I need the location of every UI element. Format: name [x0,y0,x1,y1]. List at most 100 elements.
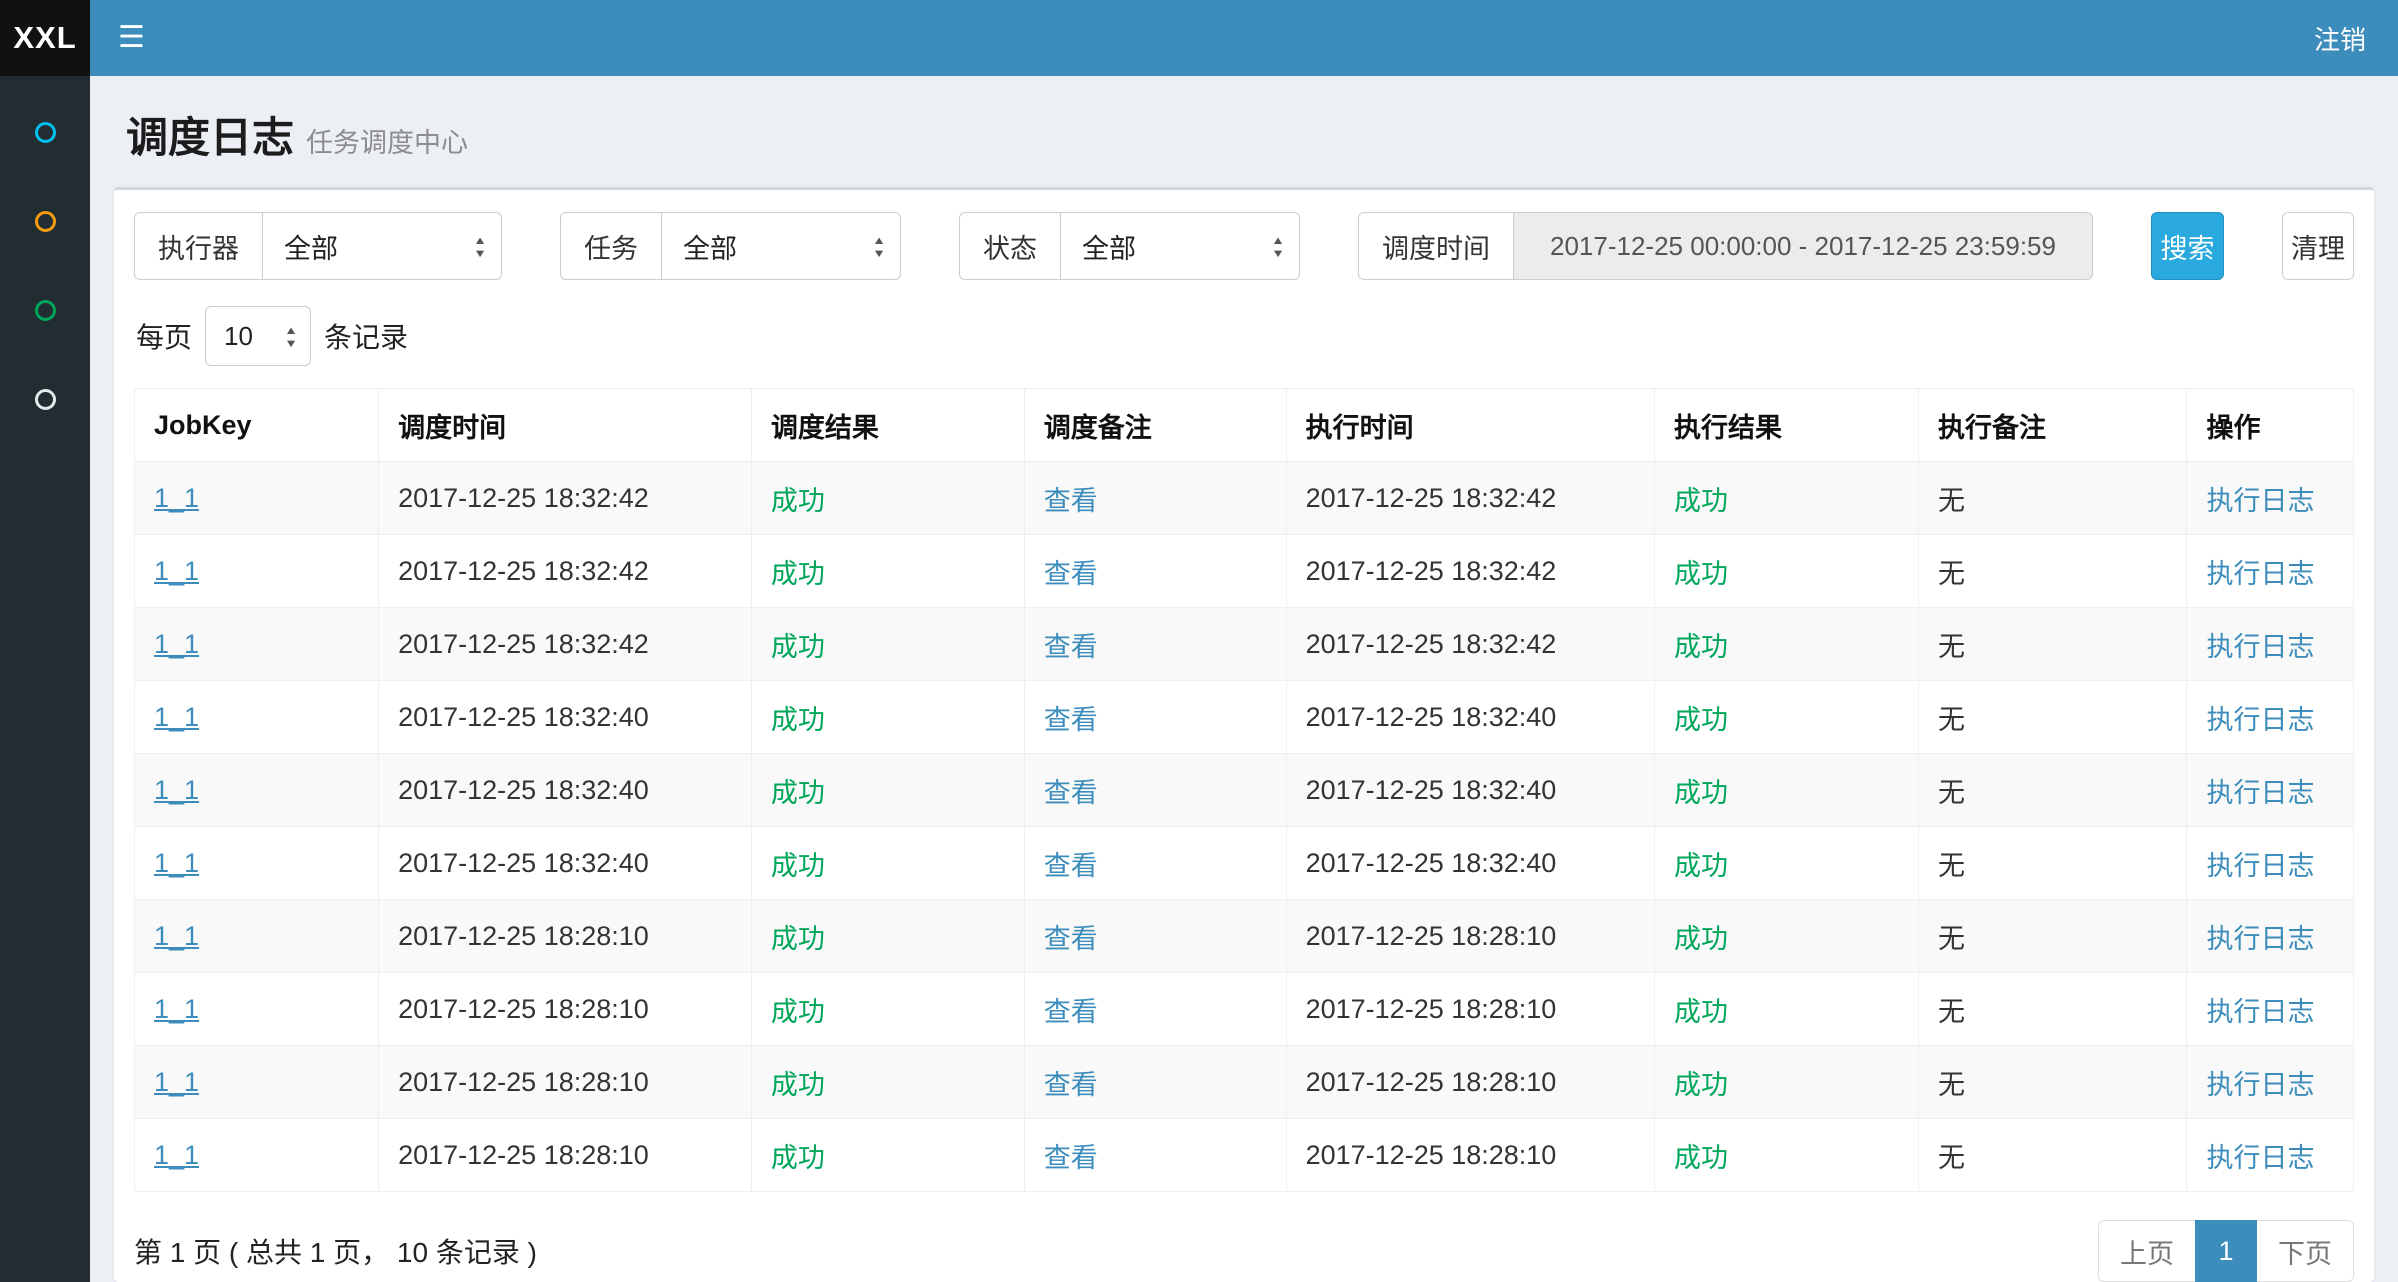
clear-button[interactable]: 清理 [2282,212,2354,280]
exec-time-cell: 2017-12-25 18:32:40 [1286,754,1654,827]
exec-remark-cell: 无 [1919,900,2187,973]
dispatch-result: 成功 [771,997,825,1027]
exec-time-cell: 2017-12-25 18:32:42 [1286,535,1654,608]
perpage-select[interactable]: 10 ▲▼ [205,306,311,366]
status-filter-group: 状态 全部 ▲▼ [959,212,1300,280]
dispatch-remark-link[interactable]: 查看 [1044,486,1098,516]
app-logo[interactable]: XXL [0,0,90,76]
exec-remark: 无 [1938,997,1965,1027]
time-range-input[interactable]: 2017-12-25 00:00:00 - 2017-12-25 23:59:5… [1513,212,2093,280]
exec-result-cell: 成功 [1654,608,1918,681]
dispatch-result: 成功 [771,559,825,589]
dispatch-result: 成功 [771,705,825,735]
jobkey-link[interactable]: 1_1 [154,994,199,1024]
sidebar-item-3[interactable] [0,266,90,355]
main-content: 调度日志 任务调度中心 执行器 全部 ▲▼ 任务 全部 ▲▼ 状态 [90,76,2398,1282]
dispatch-remark-link[interactable]: 查看 [1044,1143,1098,1173]
dispatch-remark-link[interactable]: 查看 [1044,851,1098,881]
exec-log-link-cell: 执行日志 [2187,754,2354,827]
executor-filter-group: 执行器 全部 ▲▼ [134,212,502,280]
dispatch-time-cell: 2017-12-25 18:32:42 [379,535,752,608]
arrow-down-icon: ▼ [473,248,487,258]
exec-log-link[interactable]: 执行日志 [2206,632,2314,662]
executor-select-value: 全部 [284,227,338,266]
log-panel: 执行器 全部 ▲▼ 任务 全部 ▲▼ 状态 全部 ▲▼ [114,187,2374,1282]
jobkey-link[interactable]: 1_1 [154,702,199,732]
dispatch-remark-link[interactable]: 查看 [1044,559,1098,589]
exec-log-link[interactable]: 执行日志 [2206,559,2314,589]
exec-log-link-cell: 执行日志 [2187,973,2354,1046]
table-row: 1_12017-12-25 18:28:10成功查看2017-12-25 18:… [135,1046,2354,1119]
exec-result: 成功 [1674,1070,1728,1100]
exec-log-link[interactable]: 执行日志 [2206,705,2314,735]
jobkey-link[interactable]: 1_1 [154,848,199,878]
jobkey-link[interactable]: 1_1 [154,921,199,951]
jobkey-link-cell: 1_1 [135,827,379,900]
sidebar-item-1[interactable] [0,88,90,177]
circle-icon [35,389,56,410]
jobkey-link[interactable]: 1_1 [154,775,199,805]
jobkey-link[interactable]: 1_1 [154,483,199,513]
executor-select[interactable]: 全部 ▲▼ [262,212,502,280]
table-row: 1_12017-12-25 18:32:40成功查看2017-12-25 18:… [135,681,2354,754]
exec-result: 成功 [1674,778,1728,808]
search-button[interactable]: 搜索 [2151,212,2224,280]
exec-log-link[interactable]: 执行日志 [2206,778,2314,808]
exec-log-link[interactable]: 执行日志 [2206,486,2314,516]
sidebar-toggle-icon[interactable]: ☰ [118,23,145,53]
exec-time-cell: 2017-12-25 18:28:10 [1286,973,1654,1046]
current-page-button[interactable]: 1 [2195,1220,2257,1282]
status-select[interactable]: 全部 ▲▼ [1060,212,1300,280]
dispatch-result-cell: 成功 [751,608,1024,681]
dispatch-remark-link[interactable]: 查看 [1044,1070,1098,1100]
dispatch-remark-link[interactable]: 查看 [1044,632,1098,662]
jobkey-link-cell: 1_1 [135,681,379,754]
dispatch-time-cell: 2017-12-25 18:28:10 [379,900,752,973]
dispatch-result-cell: 成功 [751,1119,1024,1192]
prev-page-button[interactable]: 上页 [2098,1220,2195,1282]
exec-time-cell: 2017-12-25 18:28:10 [1286,900,1654,973]
jobkey-link[interactable]: 1_1 [154,1067,199,1097]
time-filter-group: 调度时间 2017-12-25 00:00:00 - 2017-12-25 23… [1358,212,2093,280]
dispatch-remark-link[interactable]: 查看 [1044,705,1098,735]
exec-log-link[interactable]: 执行日志 [2206,1143,2314,1173]
jobkey-link[interactable]: 1_1 [154,629,199,659]
sidebar-item-4[interactable] [0,355,90,444]
dispatch-remark-link[interactable]: 查看 [1044,924,1098,954]
exec-log-link[interactable]: 执行日志 [2206,1070,2314,1100]
exec-time: 2017-12-25 18:28:10 [1306,994,1557,1024]
executor-filter-label: 执行器 [134,212,262,280]
exec-time: 2017-12-25 18:28:10 [1306,1140,1557,1170]
dispatch-result: 成功 [771,1143,825,1173]
exec-time: 2017-12-25 18:28:10 [1306,921,1557,951]
dispatch-time-cell: 2017-12-25 18:32:40 [379,754,752,827]
job-select[interactable]: 全部 ▲▼ [661,212,901,280]
dispatch-remark-link[interactable]: 查看 [1044,778,1098,808]
exec-remark: 无 [1938,1070,1965,1100]
jobkey-link-cell: 1_1 [135,754,379,827]
jobkey-link-cell: 1_1 [135,900,379,973]
exec-time: 2017-12-25 18:32:42 [1306,483,1557,513]
exec-log-link[interactable]: 执行日志 [2206,997,2314,1027]
circle-icon [35,122,56,143]
exec-remark-cell: 无 [1919,535,2187,608]
dispatch-result-cell: 成功 [751,754,1024,827]
exec-log-link[interactable]: 执行日志 [2206,851,2314,881]
dispatch-time-cell: 2017-12-25 18:32:40 [379,681,752,754]
logout-link[interactable]: 注销 [2314,20,2366,57]
jobkey-link[interactable]: 1_1 [154,556,199,586]
exec-remark-cell: 无 [1919,681,2187,754]
column-header: 调度结果 [751,389,1024,462]
exec-log-link-cell: 执行日志 [2187,827,2354,900]
exec-remark: 无 [1938,632,1965,662]
exec-log-link[interactable]: 执行日志 [2206,924,2314,954]
time-filter-label: 调度时间 [1358,212,1513,280]
exec-time-cell: 2017-12-25 18:28:10 [1286,1119,1654,1192]
content-header: 调度日志 任务调度中心 [114,76,2374,187]
dispatch-time: 2017-12-25 18:32:40 [398,775,649,805]
dispatch-remark-link[interactable]: 查看 [1044,997,1098,1027]
next-page-button[interactable]: 下页 [2257,1220,2354,1282]
jobkey-link[interactable]: 1_1 [154,1140,199,1170]
dispatch-time: 2017-12-25 18:32:42 [398,483,649,513]
sidebar-item-2[interactable] [0,177,90,266]
